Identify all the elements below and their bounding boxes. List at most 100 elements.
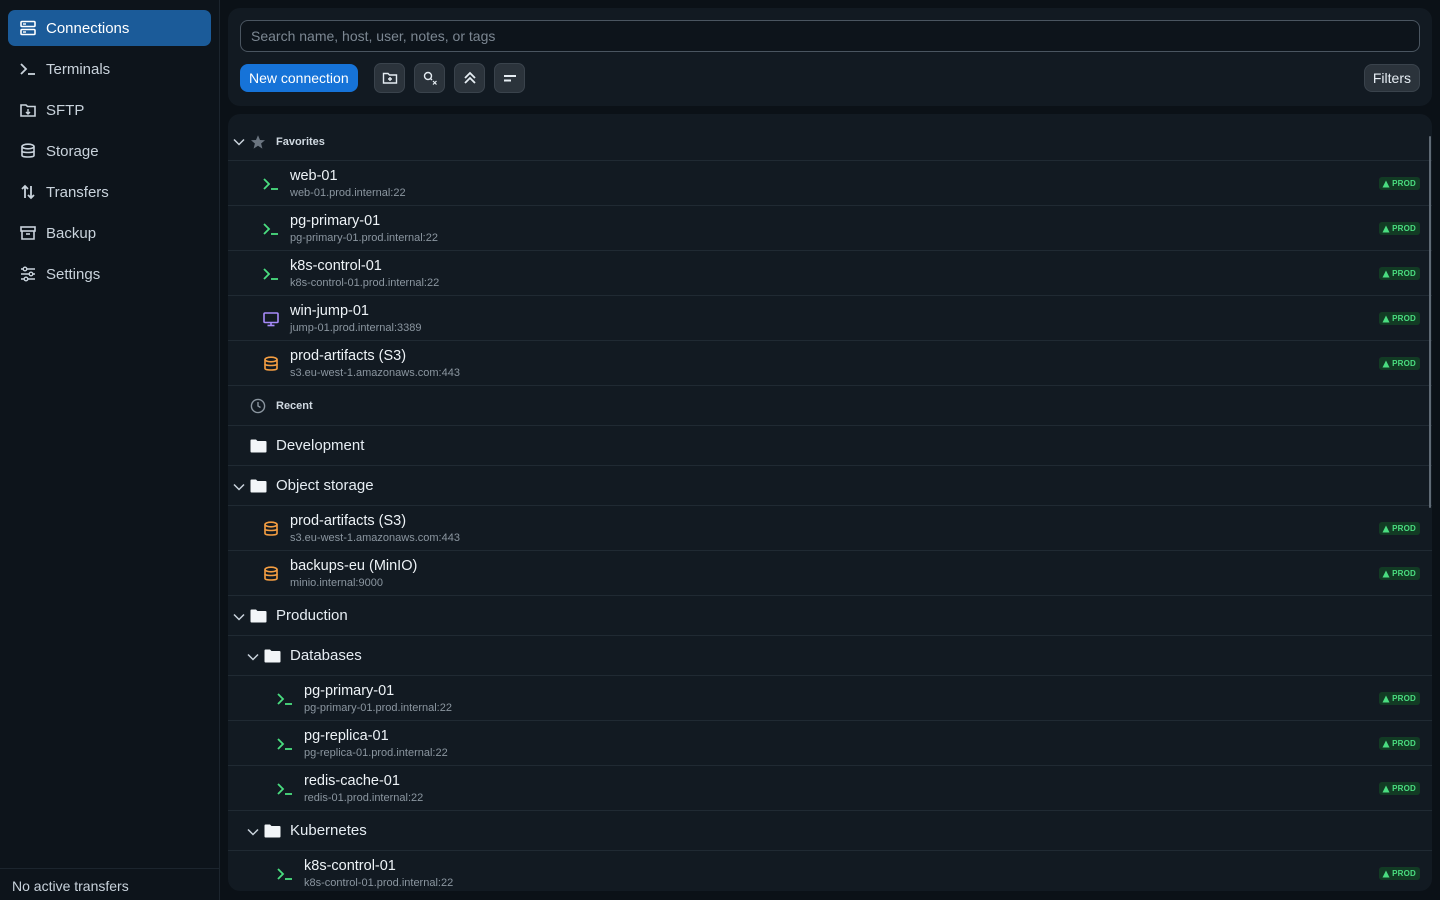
environment-badge: PROD	[1379, 177, 1420, 190]
sidebar: Connections Terminals SFTP Storage Trans…	[0, 0, 220, 900]
clear-key-button[interactable]	[414, 63, 445, 93]
connection-host: minio.internal:9000	[290, 577, 383, 589]
sidebar-item-backup[interactable]: Backup	[8, 215, 211, 251]
chevron-down-icon[interactable]	[232, 480, 246, 494]
connection-name: prod-artifacts (S3)	[290, 348, 407, 364]
sidebar-item-label: SFTP	[46, 101, 85, 119]
environment-badge: PROD	[1379, 692, 1420, 705]
star-icon	[250, 134, 266, 150]
sidebar-item-settings[interactable]: Settings	[8, 256, 211, 292]
section-label: Favorites	[276, 136, 325, 148]
favorites-section-header[interactable]: Favorites	[228, 114, 1432, 161]
connection-name: win-jump-01	[290, 303, 369, 319]
transfers-icon	[19, 183, 37, 201]
connection-host: redis-01.prod.internal:22	[304, 792, 424, 804]
connection-row[interactable]: win-jump-01 jump-01.prod.internal:3389 P…	[228, 296, 1432, 341]
transfer-status: No active transfers	[0, 868, 219, 900]
sidebar-item-terminals[interactable]: Terminals	[8, 51, 211, 87]
environment-badge: PROD	[1379, 267, 1420, 280]
warning-icon	[1382, 525, 1390, 532]
connection-row[interactable]: pg-primary-01 pg-primary-01.prod.interna…	[228, 676, 1432, 721]
new-folder-button[interactable]	[374, 63, 405, 93]
folder-label: Databases	[290, 647, 362, 664]
sidebar-item-label: Backup	[46, 224, 97, 242]
connection-list: Favorites web-01 web-01.prod.internal:22…	[228, 114, 1432, 891]
warning-icon	[1382, 695, 1390, 702]
sidebar-item-sftp[interactable]: SFTP	[8, 92, 211, 128]
connection-row[interactable]: redis-cache-01 redis-01.prod.internal:22…	[228, 766, 1432, 811]
terminal-icon	[276, 780, 294, 798]
folder-object-storage[interactable]: Object storage	[228, 466, 1432, 506]
environment-badge: PROD	[1379, 867, 1420, 880]
folder-icon	[264, 824, 281, 838]
warning-icon	[1382, 740, 1390, 747]
new-connection-button[interactable]: New connection	[240, 64, 358, 92]
database-icon	[262, 520, 280, 538]
sidebar-item-label: Storage	[46, 142, 99, 160]
sftp-icon	[19, 101, 37, 119]
connection-host: jump-01.prod.internal:3389	[290, 322, 422, 334]
connection-host: pg-primary-01.prod.internal:22	[290, 232, 438, 244]
folder-databases[interactable]: Databases	[228, 636, 1432, 676]
toolbar-panel: New connection Filters	[228, 8, 1432, 106]
terminal-icon	[262, 175, 280, 193]
folder-label: Production	[276, 607, 348, 624]
folder-production[interactable]: Production	[228, 596, 1432, 636]
connection-row[interactable]: backups-eu (MinIO) minio.internal:9000 P…	[228, 551, 1432, 596]
chevron-down-icon[interactable]	[246, 650, 260, 664]
folder-kubernetes[interactable]: Kubernetes	[228, 811, 1432, 851]
clock-icon	[250, 398, 266, 414]
folder-icon	[264, 649, 281, 663]
sidebar-item-connections[interactable]: Connections	[8, 10, 211, 46]
folder-label: Kubernetes	[290, 822, 367, 839]
sidebar-item-label: Connections	[46, 19, 130, 37]
warning-icon	[1382, 315, 1390, 322]
terminal-icon	[276, 690, 294, 708]
connection-host: pg-primary-01.prod.internal:22	[304, 702, 452, 714]
collapse-all-icon	[463, 71, 476, 84]
database-icon	[262, 355, 280, 373]
environment-badge: PROD	[1379, 782, 1420, 795]
connection-row[interactable]: k8s-control-01 k8s-control-01.prod.inter…	[228, 251, 1432, 296]
collapse-all-button[interactable]	[454, 63, 485, 93]
database-icon	[262, 565, 280, 583]
storage-icon	[19, 142, 37, 160]
sort-button[interactable]	[494, 63, 525, 93]
settings-icon	[19, 265, 37, 283]
warning-icon	[1382, 225, 1390, 232]
connection-name: k8s-control-01	[304, 858, 396, 874]
folder-icon	[250, 609, 267, 623]
search-input[interactable]	[240, 20, 1420, 52]
chevron-down-icon[interactable]	[246, 825, 260, 839]
warning-icon	[1382, 785, 1390, 792]
folder-development[interactable]: Development	[228, 426, 1432, 466]
folder-label: Development	[276, 437, 365, 454]
terminal-icon	[19, 60, 37, 78]
chevron-down-icon[interactable]	[232, 610, 246, 624]
connection-row[interactable]: k8s-control-01 k8s-control-01.prod.inter…	[228, 851, 1432, 891]
sidebar-item-label: Settings	[46, 265, 101, 283]
connection-row[interactable]: prod-artifacts (S3) s3.eu-west-1.amazona…	[228, 506, 1432, 551]
warning-icon	[1382, 570, 1390, 577]
filters-button[interactable]: Filters	[1363, 64, 1420, 92]
connection-row[interactable]: pg-primary-01 pg-primary-01.prod.interna…	[228, 206, 1432, 251]
connection-row[interactable]: prod-artifacts (S3) s3.eu-west-1.amazona…	[228, 341, 1432, 386]
connection-name: pg-primary-01	[290, 213, 381, 229]
connection-row[interactable]: pg-replica-01 pg-replica-01.prod.interna…	[228, 721, 1432, 766]
sidebar-item-storage[interactable]: Storage	[8, 133, 211, 169]
sidebar-nav: Connections Terminals SFTP Storage Trans…	[0, 0, 219, 292]
recent-section-header[interactable]: Recent	[228, 386, 1432, 426]
sidebar-item-transfers[interactable]: Transfers	[8, 174, 211, 210]
chevron-down-icon[interactable]	[232, 135, 246, 149]
clear-key-icon	[423, 71, 437, 85]
connection-name: pg-primary-01	[304, 683, 395, 699]
warning-icon	[1382, 270, 1390, 277]
connection-row[interactable]: web-01 web-01.prod.internal:22 PROD	[228, 161, 1432, 206]
warning-icon	[1382, 360, 1390, 367]
new-folder-icon	[382, 72, 397, 84]
terminal-icon	[262, 220, 280, 238]
connection-name: k8s-control-01	[290, 258, 382, 274]
connections-icon	[19, 19, 37, 37]
environment-badge: PROD	[1379, 357, 1420, 370]
scrollbar[interactable]	[1429, 136, 1431, 508]
